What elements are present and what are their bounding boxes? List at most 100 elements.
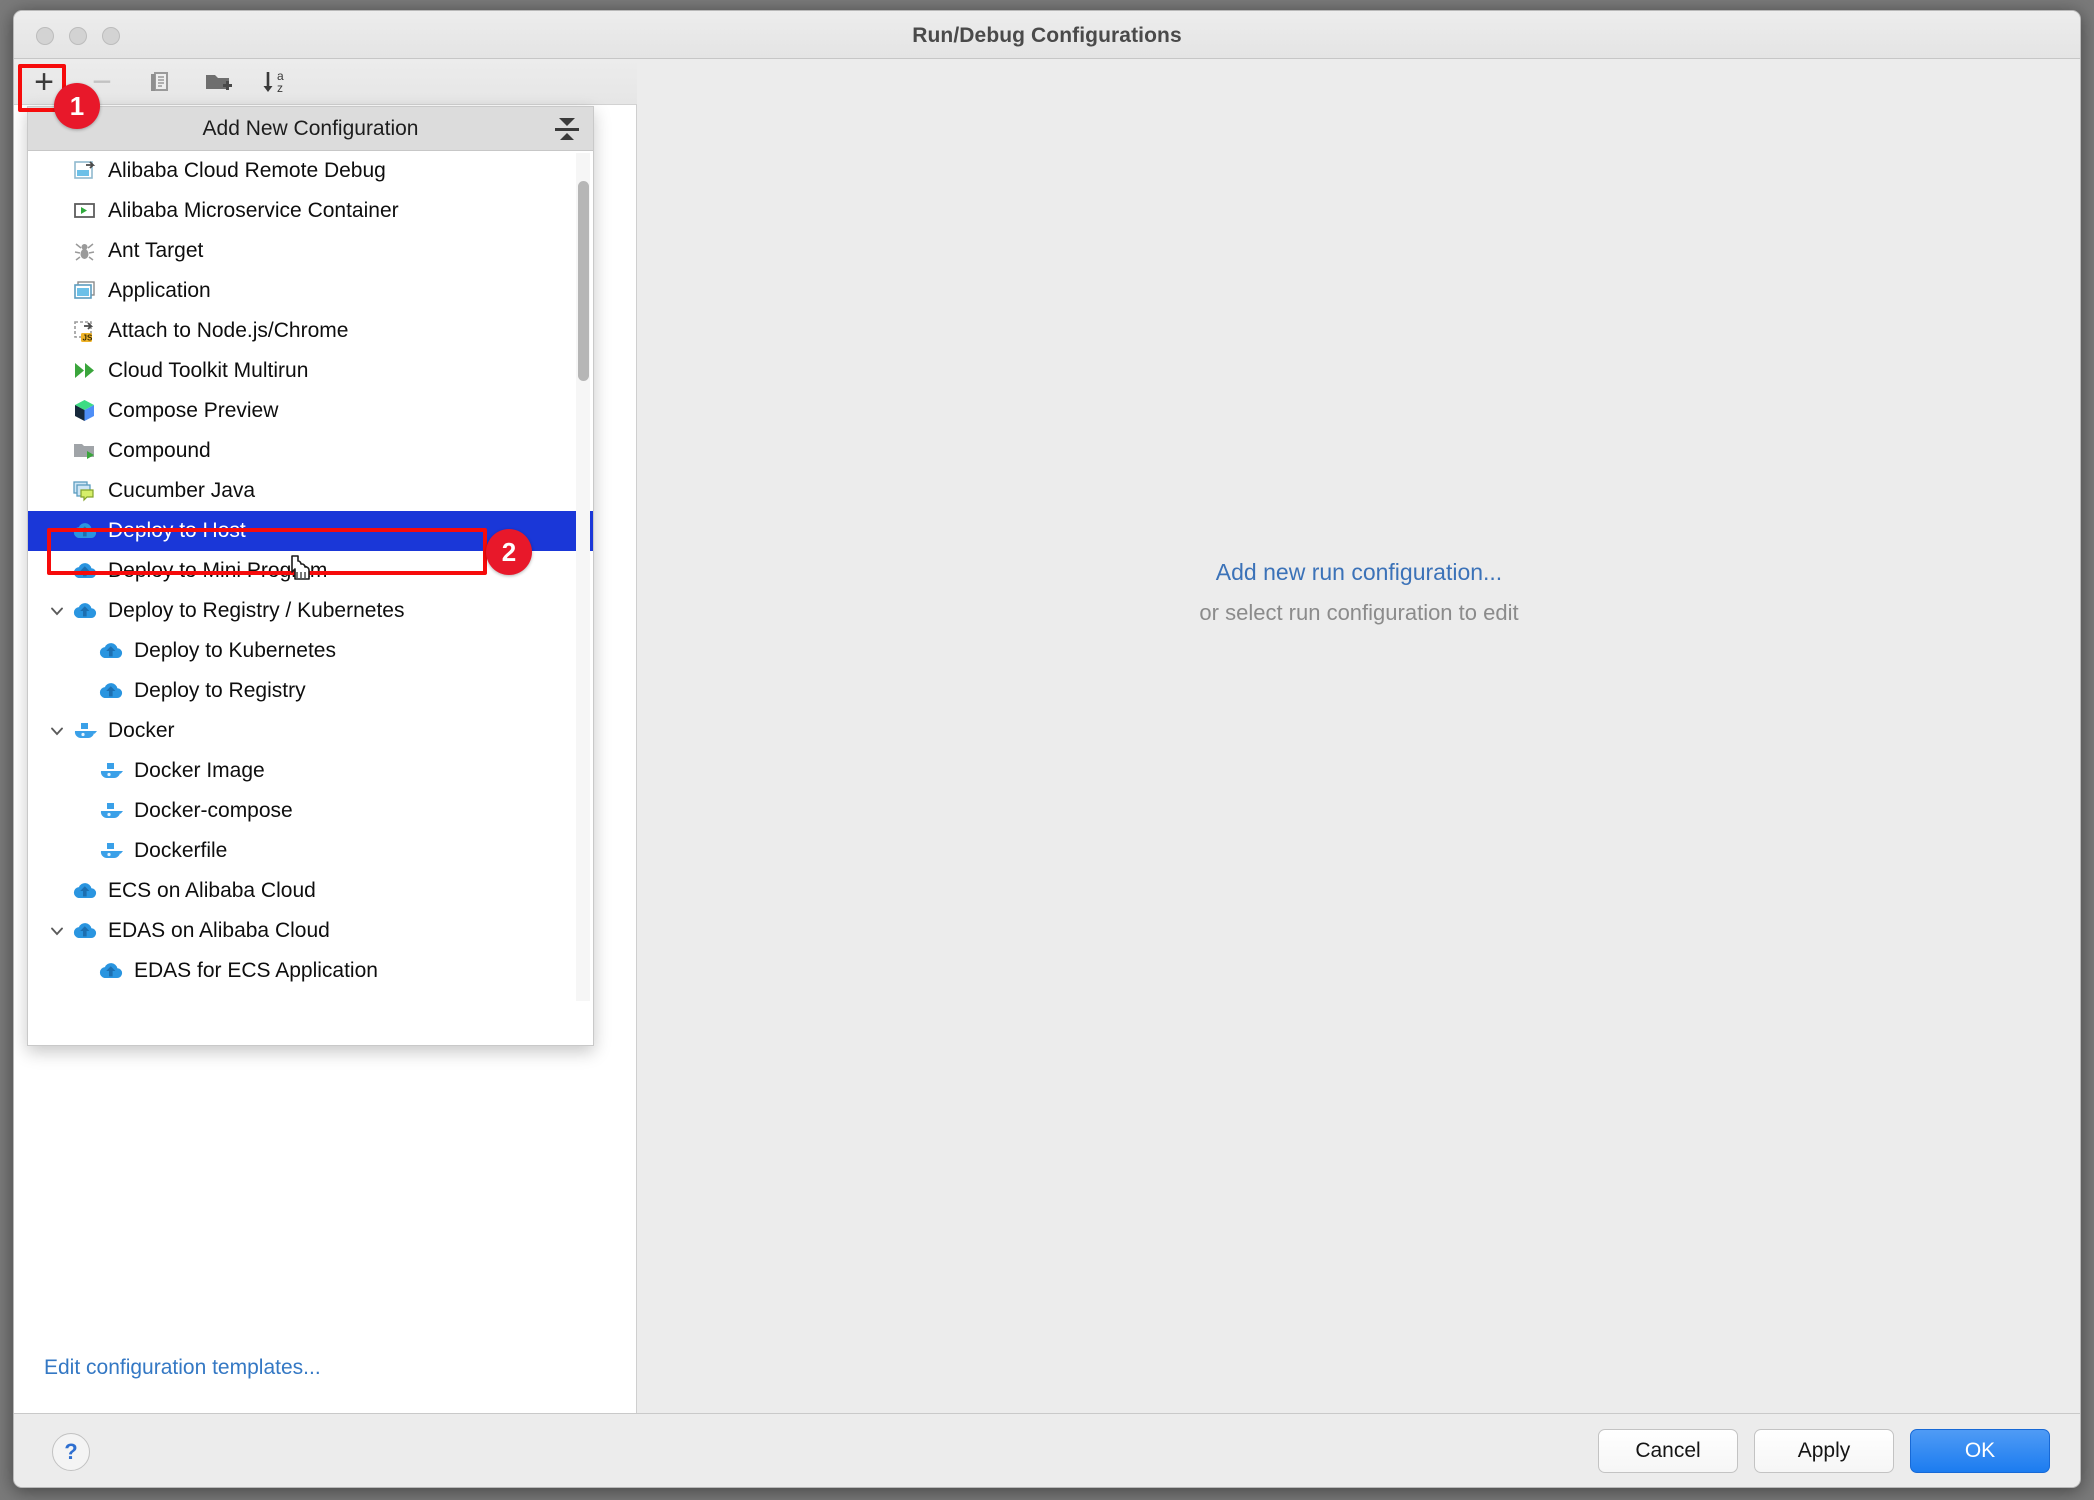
list-item[interactable]: Ant Target <box>28 231 593 271</box>
compound-icon <box>70 438 100 464</box>
list-item[interactable]: Docker <box>28 711 593 751</box>
annotation-badge-1: 1 <box>54 83 100 129</box>
list-item[interactable]: JS Attach to Node.js/Chrome <box>28 311 593 351</box>
cloud-deploy-icon <box>70 518 100 544</box>
configurations-toolbar: + − a z <box>14 59 637 105</box>
chevron-down-icon[interactable] <box>44 922 70 940</box>
list-item-label: Deploy to Registry / Kubernetes <box>108 599 405 622</box>
copy-icon <box>145 67 175 97</box>
cloud-deploy-icon <box>96 638 126 664</box>
list-item-label: Docker Image <box>134 759 265 782</box>
list-item-label: Deploy to Mini Program <box>108 559 328 582</box>
attach-nodejs-icon: JS <box>70 318 100 344</box>
list-item-label: Docker <box>108 719 175 742</box>
list-item[interactable]: Compound <box>28 431 593 471</box>
sort-alphabetically-icon: a z <box>260 66 292 98</box>
page-title: Run/Debug Configurations <box>912 24 1182 47</box>
multirun-icon <box>70 358 100 384</box>
cloud-deploy-icon <box>70 598 100 624</box>
sort-configurations-button[interactable]: a z <box>258 64 294 100</box>
list-item[interactable]: Alibaba Microservice Container <box>28 191 593 231</box>
chevron-down-icon[interactable] <box>44 722 70 740</box>
list-item-label: Attach to Node.js/Chrome <box>108 319 349 342</box>
docker-icon <box>70 718 100 744</box>
divider-bar <box>555 128 579 131</box>
chevron-down-icon <box>559 118 575 126</box>
popup-title: Add New Configuration <box>202 116 419 140</box>
list-item-label: Deploy to Registry <box>134 679 306 702</box>
ok-button[interactable]: OK <box>1910 1429 2050 1473</box>
list-item-label: Deploy to Host <box>108 519 246 542</box>
new-folder-icon <box>202 67 234 97</box>
dialog-body: + − a z Add New Configuration Alibaba Cl… <box>14 59 2080 1414</box>
list-item[interactable]: ECS on Alibaba Cloud <box>28 871 593 911</box>
list-item-label: Ant Target <box>108 239 204 262</box>
plus-icon: + <box>34 63 54 101</box>
annotation-badge-2: 2 <box>486 529 532 575</box>
cloud-deploy-icon <box>70 558 100 584</box>
list-item[interactable]: EDAS on Alibaba Cloud <box>28 911 593 951</box>
list-item-label: EDAS on Alibaba Cloud <box>108 919 330 942</box>
expand-collapse-all-button[interactable] <box>553 116 581 142</box>
configuration-types-list[interactable]: Alibaba Cloud Remote Debug Alibaba Micros… <box>28 151 593 1045</box>
dialog-footer: ? Cancel Apply OK <box>14 1413 2080 1487</box>
list-item-label: ECS on Alibaba Cloud <box>108 879 316 902</box>
popup-header: Add New Configuration <box>28 107 593 151</box>
ant-icon <box>70 238 100 264</box>
docker-icon <box>96 758 126 784</box>
list-item-label: Cucumber Java <box>108 479 256 502</box>
scrollbar-thumb[interactable] <box>578 181 589 381</box>
empty-state-message: Add new run configuration... or select r… <box>638 559 2080 626</box>
cloud-deploy-icon <box>96 678 126 704</box>
list-item[interactable]: Deploy to Kubernetes <box>28 631 593 671</box>
list-item-label: Alibaba Cloud Remote Debug <box>108 159 386 182</box>
list-item-label: Alibaba Microservice Container <box>108 199 399 222</box>
microservice-container-icon <box>70 198 100 224</box>
window-titlebar: Run/Debug Configurations <box>14 11 2080 59</box>
cloud-deploy-icon <box>96 958 126 984</box>
configurations-left-pane: + − a z Add New Configuration Alibaba Cl… <box>14 59 637 1414</box>
list-item[interactable]: Alibaba Cloud Remote Debug <box>28 151 593 191</box>
list-item[interactable]: Deploy to Registry / Kubernetes <box>28 591 593 631</box>
new-folder-button[interactable] <box>200 64 236 100</box>
cancel-button[interactable]: Cancel <box>1598 1429 1738 1473</box>
alibaba-remote-debug-icon <box>70 158 100 184</box>
run-debug-configurations-window: Run/Debug Configurations + − a z Add New… <box>13 10 2081 1488</box>
add-new-run-configuration-link[interactable]: Add new run configuration... <box>638 559 2080 586</box>
list-item[interactable]: Cloud Toolkit Multirun <box>28 351 593 391</box>
list-item[interactable]: EDAS for ECS Application <box>28 951 593 991</box>
empty-state-subtitle: or select run configuration to edit <box>1199 600 1519 625</box>
edit-configuration-templates-link[interactable]: Edit configuration templates... <box>44 1356 321 1380</box>
list-item[interactable]: Docker-compose <box>28 791 593 831</box>
list-item[interactable]: Cucumber Java <box>28 471 593 511</box>
svg-text:z: z <box>277 81 283 95</box>
list-item[interactable]: Docker Image <box>28 751 593 791</box>
cloud-deploy-icon <box>70 878 100 904</box>
configuration-detail-pane: Add new run configuration... or select r… <box>638 59 2080 1414</box>
list-item-label: Compound <box>108 439 211 462</box>
list-item-label: Deploy to Kubernetes <box>134 639 336 662</box>
cucumber-java-icon <box>70 478 100 504</box>
compose-preview-icon <box>70 398 100 424</box>
list-item-label: Compose Preview <box>108 399 279 422</box>
docker-icon <box>96 838 126 864</box>
docker-icon <box>96 798 126 824</box>
list-item-label: Application <box>108 279 211 302</box>
application-icon <box>70 278 100 304</box>
chevron-down-icon[interactable] <box>44 602 70 620</box>
svg-text:JS: JS <box>83 334 93 343</box>
list-item-label: Cloud Toolkit Multirun <box>108 359 309 382</box>
list-item[interactable]: Dockerfile <box>28 831 593 871</box>
apply-button[interactable]: Apply <box>1754 1429 1894 1473</box>
list-item[interactable]: Compose Preview <box>28 391 593 431</box>
add-new-configuration-popup: Add New Configuration Alibaba Cloud Remo… <box>27 106 594 1046</box>
list-item[interactable]: Deploy to Registry <box>28 671 593 711</box>
list-item[interactable]: Application <box>28 271 593 311</box>
list-item-label: Dockerfile <box>134 839 228 862</box>
help-button[interactable]: ? <box>52 1433 90 1471</box>
list-scrollbar[interactable] <box>576 153 590 1001</box>
copy-configuration-button[interactable] <box>142 64 178 100</box>
chevron-up-icon <box>560 133 574 140</box>
cloud-deploy-icon <box>70 918 100 944</box>
list-item-label: Docker-compose <box>134 799 293 822</box>
